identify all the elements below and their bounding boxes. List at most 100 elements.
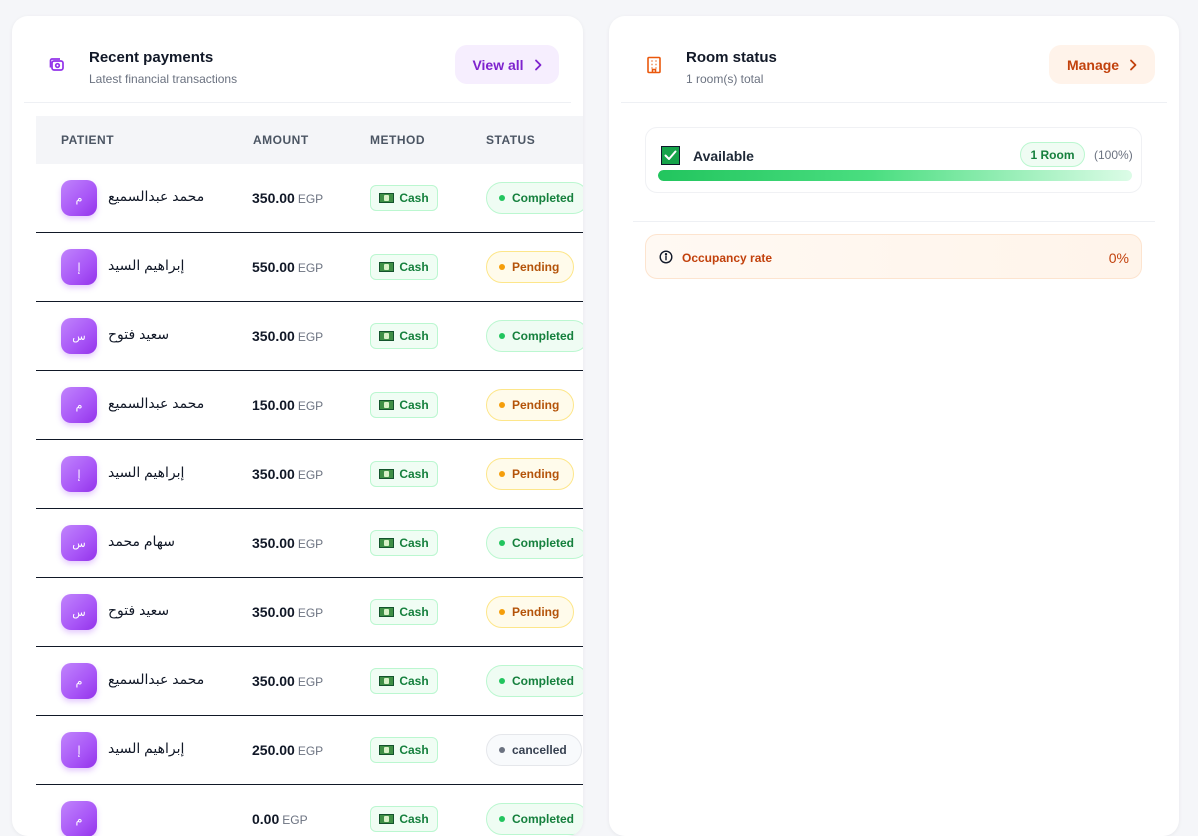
payment-method-badge: Cash	[370, 806, 438, 832]
status-label: Completed	[512, 191, 575, 205]
header-divider	[621, 102, 1167, 103]
available-percent: (100%)	[1094, 148, 1133, 162]
status-dot-icon	[499, 333, 505, 339]
rooms-subtitle: 1 room(s) total	[686, 72, 764, 86]
patient-name: محمد عبدالسميع	[108, 395, 205, 411]
availability-progress-fill	[658, 170, 1132, 181]
patient-name: سعيد فتوح	[108, 326, 170, 342]
amount-value: 350.00	[252, 466, 295, 482]
patient-name: محمد عبدالسميع	[108, 188, 205, 204]
info-circle-icon	[659, 250, 673, 264]
status-badge: Pending	[486, 251, 575, 283]
status-dot-icon	[499, 471, 505, 477]
payment-amount: 250.00 EGP	[252, 742, 323, 758]
payment-amount: 350.00 EGP	[252, 604, 323, 620]
patient-name: سهام محمد	[108, 533, 175, 549]
status-label: Pending	[512, 398, 560, 412]
payment-amount: 0.00 EGP	[252, 811, 308, 827]
patient-name: سعيد فتوح	[108, 602, 170, 618]
payment-method-label: Cash	[399, 398, 429, 412]
avatar: م	[61, 180, 97, 216]
table-header: PATIENT AMOUNT METHOD STATUS	[36, 116, 583, 164]
amount-value: 350.00	[252, 535, 295, 551]
table-row[interactable]: م محمد عبدالسميع 350.00 EGP Cash Completed	[36, 164, 583, 233]
payment-method-label: Cash	[399, 260, 429, 274]
amount-value: 350.00	[252, 328, 295, 344]
patient-name: إبراهيم السيد	[108, 740, 185, 756]
avatar: إ	[61, 456, 97, 492]
amount-value: 350.00	[252, 673, 295, 689]
amount-currency: EGP	[297, 606, 324, 620]
occupancy-value: 0%	[1108, 250, 1129, 266]
recent-payments-card: Recent payments Latest financial transac…	[12, 16, 583, 836]
patient-name: إبراهيم السيد	[108, 257, 185, 273]
table-row[interactable]: م 0.00 EGP Cash Completed	[36, 785, 583, 836]
status-badge: Pending	[486, 596, 575, 628]
avatar: إ	[61, 249, 97, 285]
view-all-label: View all	[472, 56, 524, 73]
banknote-icon	[379, 262, 395, 272]
avatar: س	[61, 594, 97, 630]
payment-amount: 550.00 EGP	[252, 259, 323, 275]
banknote-icon	[379, 331, 395, 341]
payment-amount: 350.00 EGP	[252, 535, 323, 551]
status-dot-icon	[499, 816, 505, 822]
payment-method-label: Cash	[399, 191, 429, 205]
section-divider	[633, 221, 1155, 222]
rooms-header: Room status 1 room(s) total Manage	[609, 16, 1179, 103]
payment-method-label: Cash	[399, 605, 429, 619]
payment-method-label: Cash	[399, 743, 429, 757]
column-method: METHOD	[370, 133, 425, 147]
table-row[interactable]: إ إبراهيم السيد 550.00 EGP Cash Pending	[36, 233, 583, 302]
table-row[interactable]: س سعيد فتوح 350.00 EGP Cash Pending	[36, 578, 583, 647]
column-amount: AMOUNT	[253, 133, 309, 147]
amount-value: 350.00	[252, 190, 295, 206]
rooms-title: Room status	[686, 49, 777, 66]
payments-header: Recent payments Latest financial transac…	[12, 16, 583, 103]
payment-method-label: Cash	[399, 674, 429, 688]
manage-button[interactable]: Manage	[1049, 45, 1155, 84]
payment-method-label: Cash	[399, 329, 429, 343]
amount-value: 550.00	[252, 259, 295, 275]
table-row[interactable]: إ إبراهيم السيد 350.00 EGP Cash Pending	[36, 440, 583, 509]
avatar: م	[61, 663, 97, 699]
payments-subtitle: Latest financial transactions	[89, 72, 238, 86]
table-row[interactable]: س سهام محمد 350.00 EGP Cash Completed	[36, 509, 583, 578]
payment-method-badge: Cash	[370, 530, 438, 556]
payment-method-label: Cash	[399, 812, 429, 826]
payment-amount: 150.00 EGP	[252, 397, 323, 413]
patient-name: إبراهيم السيد	[108, 464, 185, 480]
status-label: Completed	[512, 536, 575, 550]
amount-currency: EGP	[297, 261, 324, 275]
table-row[interactable]: م محمد عبدالسميع 350.00 EGP Cash Completed	[36, 647, 583, 716]
amount-currency: EGP	[297, 468, 324, 482]
view-all-button[interactable]: View all	[455, 45, 559, 84]
status-label: Completed	[512, 812, 575, 826]
payment-amount: 350.00 EGP	[252, 673, 323, 689]
table-row[interactable]: م محمد عبدالسميع 150.00 EGP Cash Pending	[36, 371, 583, 440]
column-patient: PATIENT	[61, 133, 115, 147]
status-badge: Completed	[486, 665, 583, 697]
availability-progress-bar	[658, 170, 1132, 181]
status-label: Pending	[512, 260, 560, 274]
payments-icon	[48, 56, 66, 74]
status-label: Completed	[512, 674, 575, 688]
status-label: Pending	[512, 605, 560, 619]
table-row[interactable]: إ إبراهيم السيد 250.00 EGP Cash cancelled	[36, 716, 583, 785]
chevron-right-icon	[534, 59, 542, 71]
payments-table-body: م محمد عبدالسميع 350.00 EGP Cash Completed إ إب…	[36, 164, 583, 836]
check-box-icon	[661, 146, 680, 165]
avatar: م	[61, 801, 97, 836]
occupancy-rate-panel: Occupancy rate 0%	[645, 234, 1142, 279]
table-row[interactable]: س سعيد فتوح 350.00 EGP Cash Completed	[36, 302, 583, 371]
available-label: Available	[693, 148, 754, 164]
status-badge: Pending	[486, 389, 575, 421]
amount-currency: EGP	[282, 813, 308, 827]
building-icon	[645, 56, 663, 74]
patient-name: محمد عبدالسميع	[108, 671, 205, 687]
banknote-icon	[379, 676, 395, 686]
status-dot-icon	[499, 540, 505, 546]
status-badge: Pending	[486, 458, 575, 490]
payment-method-badge: Cash	[370, 461, 438, 487]
room-status-card: Room status 1 room(s) total Manage Avail…	[609, 16, 1179, 836]
